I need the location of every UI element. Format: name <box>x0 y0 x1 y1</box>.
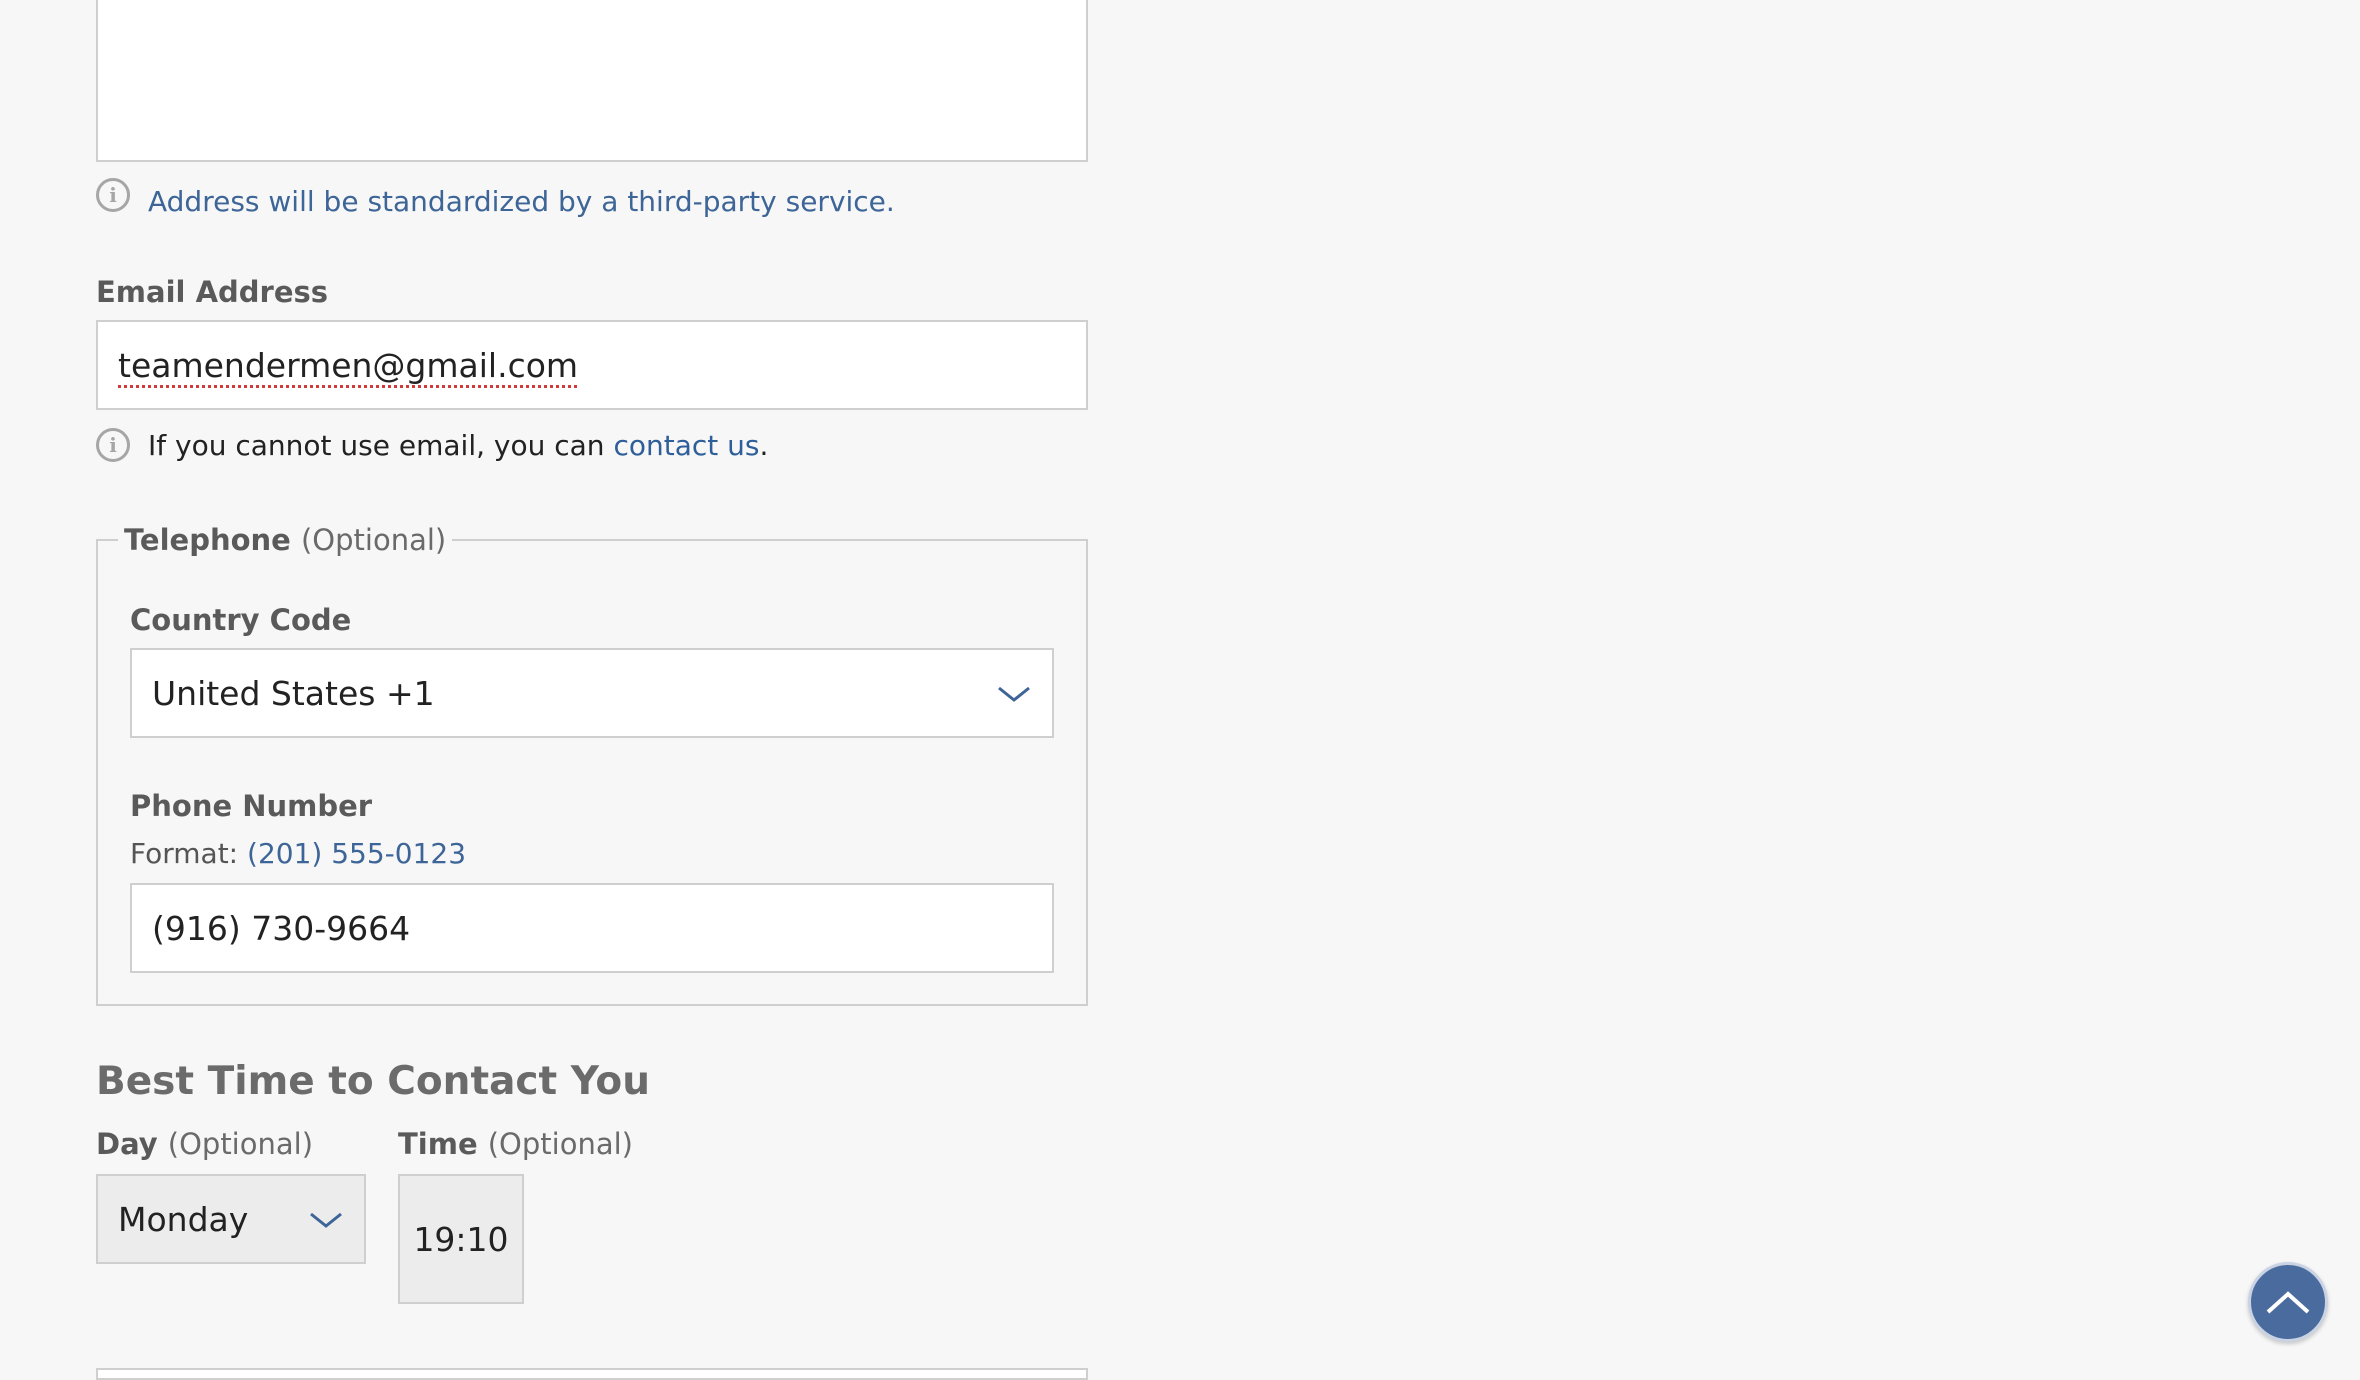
chevron-up-icon <box>2266 1291 2310 1314</box>
email-field[interactable]: teamendermen@gmail.com <box>96 320 1088 410</box>
info-icon: i <box>96 178 130 212</box>
format-example: (201) 555-0123 <box>247 837 467 870</box>
chevron-down-icon <box>998 686 1030 702</box>
time-label: Time (Optional) <box>398 1126 633 1162</box>
day-label-text: Day <box>96 1127 158 1161</box>
day-select[interactable]: Monday <box>96 1174 366 1264</box>
day-label: Day (Optional) <box>96 1126 313 1162</box>
country-code-value: United States +1 <box>152 673 435 713</box>
optional-marker: (Optional) <box>300 523 447 557</box>
day-value: Monday <box>118 1199 249 1239</box>
contact-us-link[interactable]: contact us <box>613 429 759 462</box>
telephone-legend: Telephone (Optional) <box>118 522 452 558</box>
country-code-label: Country Code <box>130 603 352 637</box>
phone-number-input[interactable]: (916) 730-9664 <box>130 883 1054 973</box>
next-field-edge <box>96 1368 1088 1380</box>
email-value: teamendermen@gmail.com <box>118 345 579 385</box>
telephone-legend-text: Telephone <box>124 523 291 557</box>
time-value: 19:10 <box>413 1219 509 1259</box>
address-hint: Address will be standardized by a third-… <box>148 185 895 218</box>
email-hint-suffix: . <box>759 429 769 462</box>
time-label-text: Time <box>398 1127 478 1161</box>
email-hint: If you cannot use email, you can contact… <box>148 428 768 464</box>
country-code-select[interactable]: United States +1 <box>130 648 1054 738</box>
email-label: Email Address <box>96 275 329 309</box>
time-input[interactable]: 19:10 <box>398 1174 524 1304</box>
phone-format-hint: Format: (201) 555-0123 <box>130 836 466 872</box>
address-textarea[interactable] <box>96 0 1088 162</box>
phone-number-label: Phone Number <box>130 789 373 823</box>
optional-marker: (Optional) <box>487 1127 633 1161</box>
phone-number-value: (916) 730-9664 <box>152 908 411 948</box>
info-icon: i <box>96 428 130 462</box>
scroll-to-top-button[interactable] <box>2248 1262 2328 1342</box>
optional-marker: (Optional) <box>167 1127 314 1161</box>
format-prefix: Format: <box>130 837 248 870</box>
best-time-heading: Best Time to Contact You <box>96 1059 650 1104</box>
email-hint-text: If you cannot use email, you can <box>148 429 614 462</box>
chevron-down-icon <box>310 1212 342 1228</box>
